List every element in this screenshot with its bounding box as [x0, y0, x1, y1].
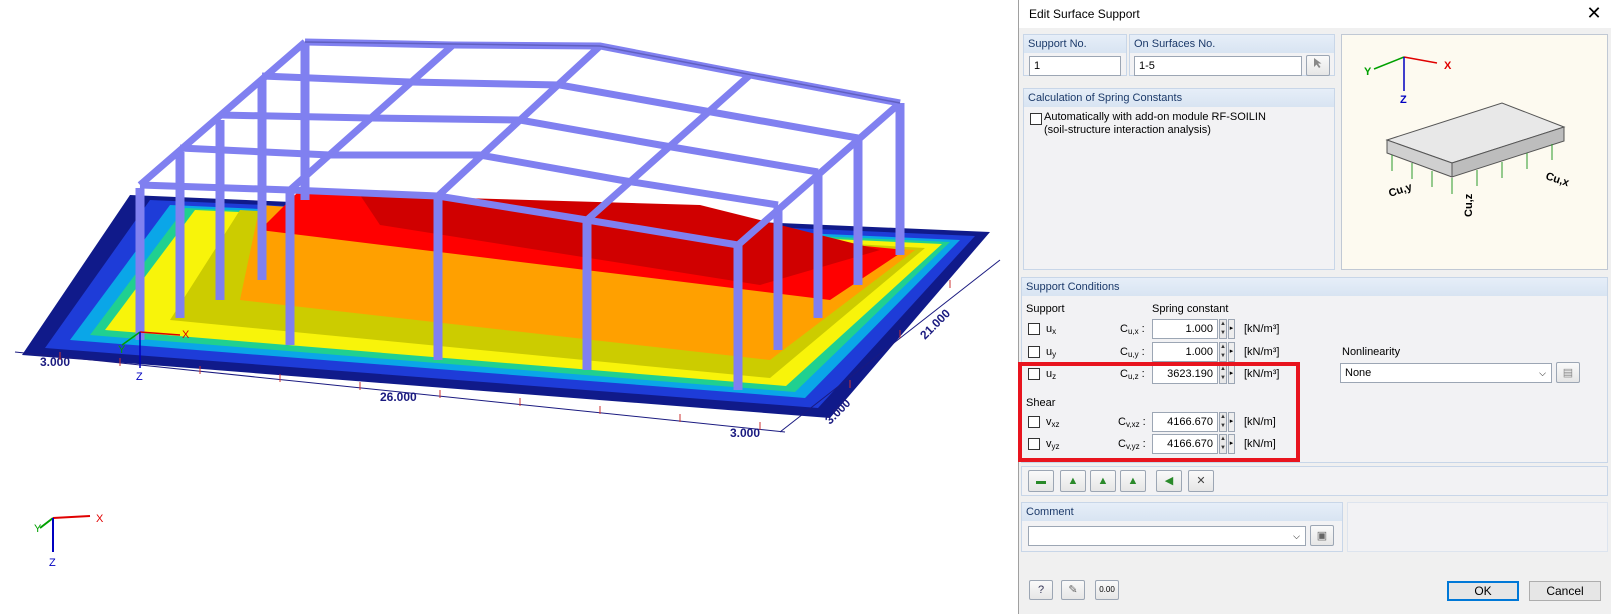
support-diagram: X Y Z Cu,y Cu,x Cu,z	[1341, 34, 1608, 270]
cancel-button[interactable]: Cancel	[1529, 581, 1601, 601]
cuy-unit: [kN/m³]	[1244, 346, 1280, 358]
uy-label: uy	[1046, 346, 1057, 359]
chevron-down-icon: ⌵	[1539, 368, 1546, 378]
svg-text:Z: Z	[49, 557, 56, 569]
model-graphic: 3.000 26.000 3.000 21.000 3.000 X Y Z X …	[14, 38, 1001, 569]
soilin-checkbox[interactable]	[1030, 113, 1042, 125]
support-y-icon: ▲	[1127, 475, 1139, 487]
svg-text:Z: Z	[1400, 94, 1407, 106]
wall-support-button[interactable]: ◀	[1156, 470, 1182, 492]
comment-empty-panel	[1347, 502, 1608, 552]
support-conditions-header: Support Conditions	[1022, 278, 1607, 296]
highlight-box	[1018, 362, 1300, 462]
svg-text:X: X	[96, 513, 104, 525]
support-x-icon: ▲	[1097, 475, 1109, 487]
svg-text:X: X	[182, 329, 190, 341]
surface-support-figure: X Y Z Cu,y Cu,x Cu,z	[1364, 56, 1571, 217]
support-type-toolbar: ▬ ▲ ▲ ▲ ◀ ✕	[1021, 466, 1608, 496]
ux-checkbox[interactable]	[1028, 323, 1040, 335]
svg-text:X: X	[1444, 60, 1452, 72]
help-button[interactable]: ?	[1029, 580, 1053, 600]
support-x-button[interactable]: ▲	[1090, 470, 1116, 492]
dim-3m-left: 3.000	[40, 355, 70, 369]
soilin-label: Automatically with add-on module RF-SOIL…	[1044, 111, 1266, 123]
ok-button[interactable]: OK	[1447, 581, 1519, 601]
wall-icon: ◀	[1164, 475, 1174, 487]
cuy-label: Cu,y :	[1120, 346, 1145, 359]
dim-3m-right: 3.000	[730, 426, 760, 440]
pick-surface-button[interactable]	[1306, 55, 1330, 76]
cux-spinner[interactable]: ▲ ▼	[1219, 319, 1227, 339]
support-no-group: Support No. 1	[1023, 34, 1127, 76]
uy-checkbox[interactable]	[1028, 346, 1040, 358]
on-surfaces-label: On Surfaces No.	[1130, 35, 1334, 53]
comment-label: Comment	[1022, 503, 1342, 521]
svg-text:Y: Y	[1364, 66, 1372, 78]
cux-unit: [kN/m³]	[1244, 323, 1280, 335]
on-surfaces-field[interactable]: 1-5	[1134, 56, 1302, 76]
ux-label: ux	[1046, 323, 1057, 336]
edit-icon: ▤	[1562, 367, 1574, 379]
nonlinearity-select[interactable]: None ⌵	[1340, 363, 1552, 383]
calc-spring-group: Calculation of Spring Constants Automati…	[1023, 88, 1335, 270]
svg-text:Cu,z: Cu,z	[1463, 193, 1475, 217]
soilin-sublabel: (soil-structure interaction analysis)	[1044, 124, 1211, 136]
support-y-button[interactable]: ▲	[1120, 470, 1146, 492]
model-viewport[interactable]: 3.000 26.000 3.000 21.000 3.000 X Y Z X …	[0, 0, 1020, 614]
close-icon[interactable]: ✕	[1584, 3, 1604, 23]
edit-icon: ✎	[1068, 584, 1078, 596]
on-surfaces-group: On Surfaces No. 1-5	[1129, 34, 1335, 76]
svg-text:Z: Z	[136, 371, 143, 383]
ground-icon: ▬	[1036, 476, 1046, 487]
support-no-field[interactable]: 1	[1029, 56, 1121, 76]
global-axis-icon: X Y Z	[34, 513, 104, 569]
comment-input[interactable]: ⌵	[1028, 526, 1306, 546]
nonlinearity-edit-button[interactable]: ▤	[1556, 362, 1580, 383]
pointer-icon	[1314, 58, 1322, 68]
spring-column-label: Spring constant	[1152, 303, 1229, 315]
svg-text:Y: Y	[118, 344, 126, 356]
cuy-spinner[interactable]: ▲ ▼	[1219, 342, 1227, 362]
cross-icon: ✕	[1196, 475, 1206, 487]
dialog-title: Edit Surface Support	[1029, 7, 1140, 21]
svg-text:Cu,x: Cu,x	[1544, 170, 1571, 189]
dim-21m: 21.000	[917, 306, 953, 342]
support-conditions-group: Support Conditions Support Spring consta…	[1018, 277, 1608, 463]
edit-button[interactable]: ✎	[1061, 580, 1085, 600]
support-icon: ▲	[1067, 475, 1079, 487]
support-no-label: Support No.	[1024, 35, 1126, 53]
number-icon: 0.00	[1099, 585, 1115, 594]
library-icon: ▣	[1316, 530, 1328, 542]
cux-label: Cu,x :	[1120, 323, 1145, 336]
svg-text:Cu,y: Cu,y	[1387, 181, 1414, 200]
hinged-support-button[interactable]: ▬	[1028, 470, 1054, 492]
edit-surface-support-dialog: Edit Surface Support ✕ Support No. 1 On …	[1018, 0, 1611, 614]
nonlinearity-label: Nonlinearity	[1342, 346, 1401, 358]
comment-group: Comment ⌵ ▣	[1021, 502, 1343, 552]
free-support-button[interactable]: ✕	[1188, 470, 1214, 492]
numeric-format-button[interactable]: 0.00	[1095, 580, 1119, 600]
help-icon: ?	[1037, 584, 1045, 596]
svg-text:Y: Y	[34, 523, 42, 535]
comment-library-button[interactable]: ▣	[1310, 525, 1334, 546]
nonlinearity-value: None	[1345, 367, 1372, 379]
cux-arrow-button[interactable]: ▸	[1228, 319, 1235, 339]
cuy-input[interactable]: 1.000	[1152, 342, 1218, 362]
fixed-support-button[interactable]: ▲	[1060, 470, 1086, 492]
calc-spring-header: Calculation of Spring Constants	[1024, 89, 1334, 107]
cuy-arrow-button[interactable]: ▸	[1228, 342, 1235, 362]
title-bar: Edit Surface Support ✕	[1019, 0, 1611, 28]
cux-input[interactable]: 1.000	[1152, 319, 1218, 339]
dim-26m: 26.000	[380, 390, 417, 404]
chevron-down-icon: ⌵	[1293, 531, 1300, 541]
support-column-label: Support	[1026, 303, 1065, 315]
